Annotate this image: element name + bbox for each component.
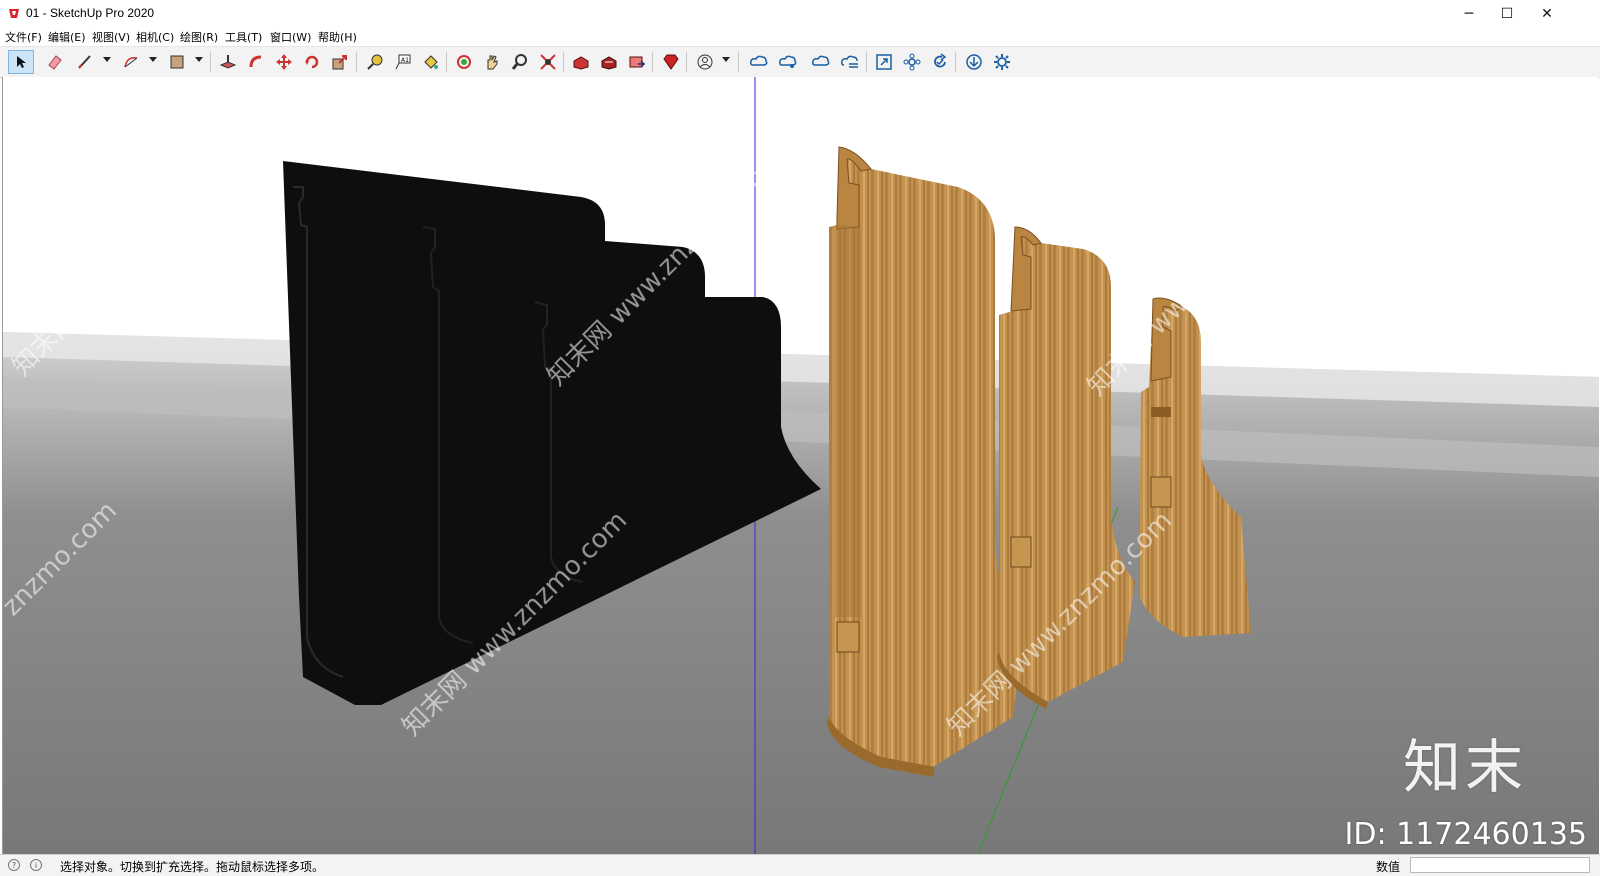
close-button[interactable]: ✕ (1530, 0, 1564, 28)
logo-watermark: 知末 (1402, 733, 1527, 801)
minimize-button[interactable]: ─ (1452, 0, 1486, 28)
menu-help[interactable]: 帮助(H) (318, 29, 357, 45)
menu-window[interactable]: 窗口(W) (270, 29, 311, 45)
refresh-icon[interactable] (927, 50, 953, 74)
geo-location-icon[interactable]: ? (8, 859, 20, 871)
menu-bar: 文件(F) 编辑(E) 视图(V) 相机(C) 绘图(R) 工具(T) 窗口(W… (0, 28, 1600, 46)
fit-view-icon[interactable] (871, 50, 897, 74)
info-icon[interactable]: i (30, 859, 42, 871)
line-dropdown-icon[interactable] (103, 57, 111, 62)
cloud-list-icon[interactable] (837, 50, 863, 74)
toolbar-separator (563, 52, 564, 72)
id-watermark: ID: 1172460135 (1344, 817, 1587, 852)
scale-icon[interactable] (327, 50, 353, 74)
menu-edit[interactable]: 编辑(E) (48, 29, 86, 45)
model-viewport[interactable]: 知末网 www.znzmo.com 知末网 www.znzmo.com 知末网 … (2, 77, 1599, 854)
title-bar: 01 - SketchUp Pro 2020 ─ ☐ ✕ (0, 0, 1600, 29)
send-to-layout-icon[interactable] (624, 50, 650, 74)
line-icon[interactable] (72, 50, 98, 74)
account-dropdown-icon[interactable] (722, 57, 730, 62)
main-toolbar: A1 (0, 46, 1600, 78)
window-title: 01 - SketchUp Pro 2020 (26, 6, 155, 20)
push-pull-icon[interactable] (215, 50, 241, 74)
paint-bucket-icon[interactable] (418, 50, 444, 74)
trimble-share-icon[interactable] (775, 50, 801, 74)
warehouse-icon[interactable] (568, 50, 594, 74)
extension-warehouse-icon[interactable] (596, 50, 622, 74)
follow-me-icon[interactable] (243, 50, 269, 74)
components-icon[interactable] (899, 50, 925, 74)
menu-view[interactable]: 视图(V) (92, 29, 130, 45)
sketchup-logo-icon (9, 9, 19, 18)
toolbar-separator (955, 52, 956, 72)
account-icon[interactable] (692, 50, 718, 74)
toolbar-separator (738, 52, 739, 72)
move-icon[interactable] (271, 50, 297, 74)
scene-canvas: 知末网 www.znzmo.com 知末网 www.znzmo.com 知末网 … (3, 77, 1599, 854)
cloud-sync-icon[interactable] (808, 50, 834, 74)
status-message: 选择对象。切换到扩充选择。拖动鼠标选择多项。 (60, 860, 325, 874)
toolbar-separator (446, 52, 447, 72)
text-icon[interactable]: A1 (390, 50, 416, 74)
menu-file[interactable]: 文件(F) (5, 29, 42, 45)
zoom-icon[interactable] (507, 50, 533, 74)
tape-measure-icon[interactable] (362, 50, 388, 74)
zoom-extents-icon[interactable] (535, 50, 561, 74)
select-icon[interactable] (8, 50, 34, 74)
toolbar-separator (210, 52, 211, 72)
trimble-connect-icon[interactable] (746, 50, 772, 74)
toolbar-separator (652, 52, 653, 72)
menu-draw[interactable]: 绘图(R) (180, 29, 218, 45)
arc-dropdown-icon[interactable] (149, 57, 157, 62)
status-bar: ? i 选择对象。切换到扩充选择。拖动鼠标选择多项。 数值 (0, 854, 1600, 876)
rectangle-icon[interactable] (164, 50, 190, 74)
measurements-input[interactable] (1410, 857, 1590, 873)
rotate-icon[interactable] (299, 50, 325, 74)
pan-icon[interactable] (479, 50, 505, 74)
vcb-label: 数值 (1376, 860, 1401, 874)
eraser-icon[interactable] (42, 50, 68, 74)
maximize-button[interactable]: ☐ (1490, 0, 1524, 28)
toolbar-separator (356, 52, 357, 72)
toolbar-separator (866, 52, 867, 72)
menu-tools[interactable]: 工具(T) (225, 29, 262, 45)
extension-manager-icon[interactable] (658, 50, 684, 74)
shape-dropdown-icon[interactable] (195, 57, 203, 62)
menu-camera[interactable]: 相机(C) (136, 29, 174, 45)
download-icon[interactable] (961, 50, 987, 74)
toolbar-separator (686, 52, 687, 72)
arc-icon[interactable] (118, 50, 144, 74)
svg-text:A1: A1 (401, 57, 409, 64)
orbit-icon[interactable] (451, 50, 477, 74)
settings-icon[interactable] (989, 50, 1015, 74)
